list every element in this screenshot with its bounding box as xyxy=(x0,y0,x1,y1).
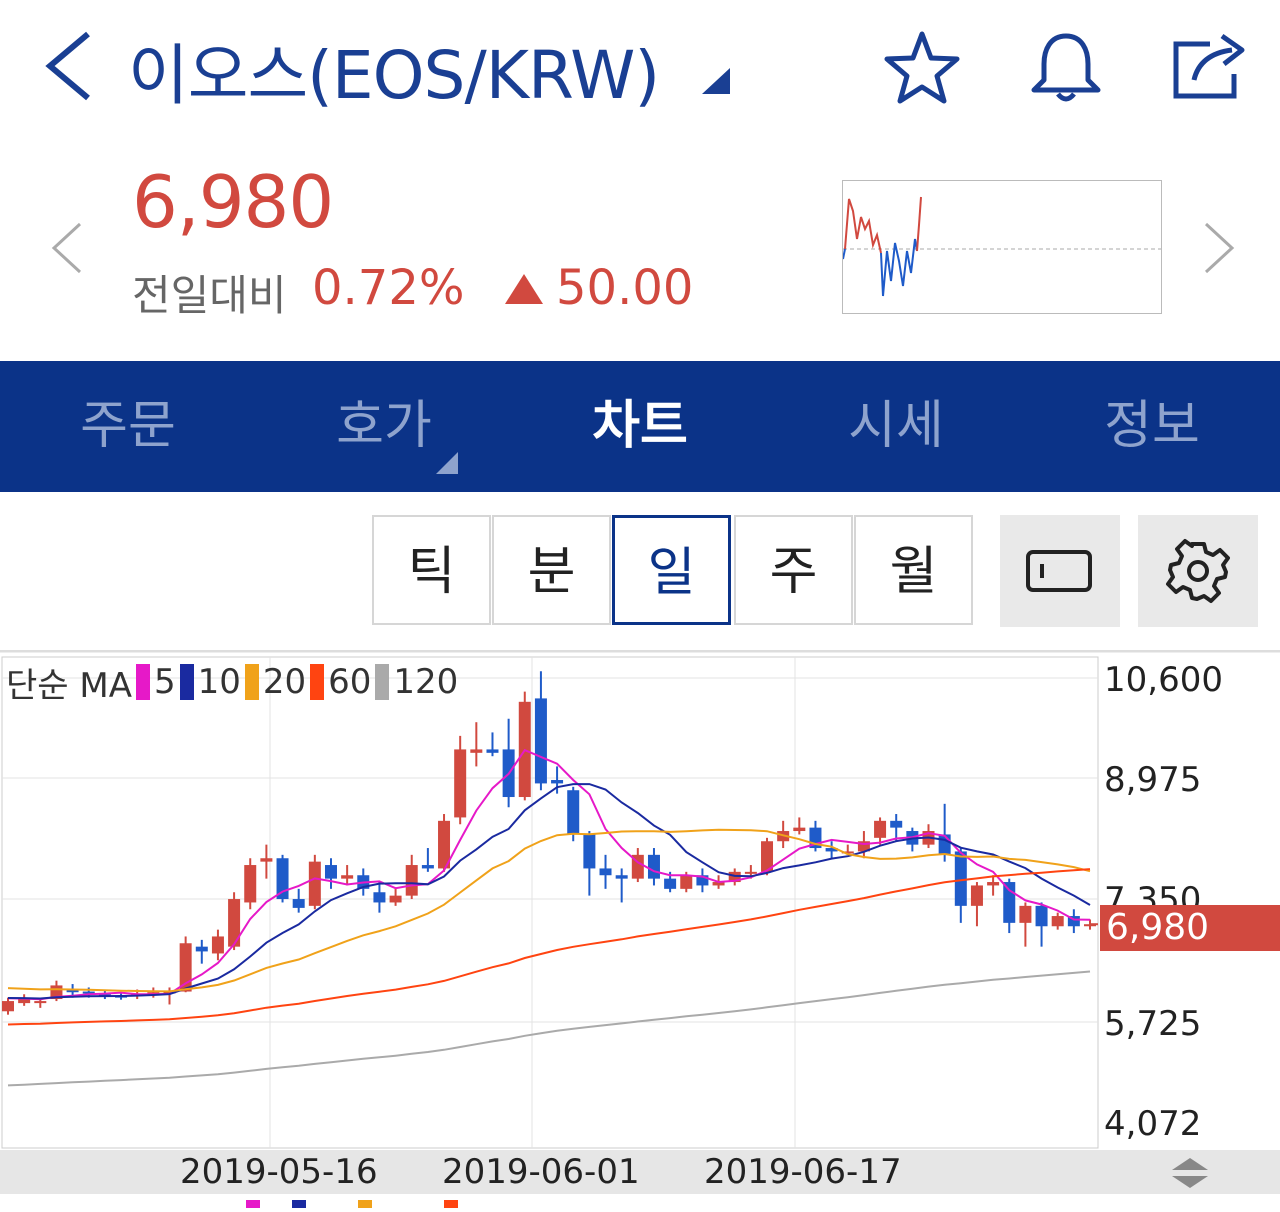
candle-body xyxy=(970,885,983,906)
next-arrow-icon[interactable] xyxy=(1202,220,1238,276)
legend-swatch-ma20 xyxy=(244,664,259,700)
tab-info[interactable]: 정보 xyxy=(1024,361,1280,492)
bottom-strip xyxy=(0,1194,1280,1208)
candle-body xyxy=(421,865,434,869)
x-tick-label: 2019-06-17 xyxy=(704,1152,902,1192)
legend-prefix: 단순 MA xyxy=(6,665,132,706)
period-month[interactable]: 월 xyxy=(854,515,973,625)
candle-body xyxy=(938,834,951,855)
candle-body xyxy=(454,749,467,818)
candle-body xyxy=(583,834,596,869)
price-chart[interactable] xyxy=(0,649,1280,1208)
compare-label: 전일대비 xyxy=(132,271,287,320)
candle-body xyxy=(470,749,483,753)
legend-swatch-ma120 xyxy=(375,664,390,700)
candle-body xyxy=(1051,916,1064,927)
candle-body xyxy=(890,820,903,828)
x-tick-label: 2019-05-16 xyxy=(180,1152,378,1192)
legend-label-ma120: 120 xyxy=(393,662,459,702)
bottom-swatch xyxy=(292,1200,306,1208)
candle-body xyxy=(34,1001,47,1004)
mini-chart[interactable] xyxy=(842,180,1162,314)
candle-body xyxy=(615,875,628,879)
candle-body xyxy=(211,936,224,954)
y-tick-label: 4,072 xyxy=(1104,1104,1202,1144)
y-tick-label: 5,725 xyxy=(1104,1004,1202,1044)
up-triangle-icon xyxy=(505,274,543,304)
candle-body xyxy=(744,871,757,874)
candle-body xyxy=(2,1001,14,1012)
change-amount: 50.00 xyxy=(556,260,694,316)
candle-body xyxy=(260,858,273,862)
tab-caret-icon xyxy=(436,452,458,474)
legend-label-ma20: 20 xyxy=(262,662,307,702)
candle-body xyxy=(793,827,806,832)
chart-settings-button[interactable] xyxy=(1138,515,1258,627)
legend-swatch-ma60 xyxy=(310,664,325,700)
back-icon[interactable] xyxy=(40,28,100,104)
bottom-swatch xyxy=(358,1200,372,1208)
tab-chart[interactable]: 차트 xyxy=(512,361,768,492)
candle-body xyxy=(874,820,887,838)
period-minute[interactable]: 분 xyxy=(492,515,611,625)
resize-handle-icon[interactable] xyxy=(1170,1156,1210,1190)
candle-body xyxy=(389,895,402,903)
candle-body xyxy=(308,861,321,906)
period-day[interactable]: 일 xyxy=(612,515,731,625)
candle-body xyxy=(341,875,354,879)
tab-order[interactable]: 주문 xyxy=(0,361,256,492)
bell-icon[interactable] xyxy=(1026,28,1106,108)
y-tick-label: 8,975 xyxy=(1104,760,1202,800)
candle-body xyxy=(324,865,337,879)
page-title[interactable]: 이오스(EOS/KRW) xyxy=(128,22,660,118)
main-tabs: 주문 호가 차트 시세 정보 xyxy=(0,361,1280,492)
candle-body xyxy=(1003,882,1016,923)
x-tick-label: 2019-06-01 xyxy=(442,1152,640,1192)
legend-swatch-ma5 xyxy=(135,664,150,700)
period-tick[interactable]: 틱 xyxy=(372,515,491,625)
share-icon[interactable] xyxy=(1170,28,1250,108)
legend-label-ma5: 5 xyxy=(153,662,176,702)
ma-legend: 단순 MA 5 10 20 60 120 xyxy=(6,662,459,706)
landscape-icon xyxy=(1026,550,1092,592)
candle-body xyxy=(534,698,547,784)
candle-body xyxy=(276,858,289,900)
candle-body xyxy=(244,865,257,903)
change-rate: 0.72% xyxy=(312,260,465,316)
tab-orderbook[interactable]: 호가 xyxy=(256,361,512,492)
last-price-label: 6,980 xyxy=(1100,905,1280,951)
y-tick-label: 10,600 xyxy=(1104,660,1223,700)
candle-body xyxy=(486,749,499,753)
candle-body xyxy=(647,854,660,879)
current-price: 6,980 xyxy=(132,160,334,244)
bottom-swatch xyxy=(444,1200,458,1208)
plot-frame xyxy=(1,656,1099,1149)
candle-body xyxy=(954,851,967,906)
candle-body xyxy=(292,899,305,908)
candle-body xyxy=(195,946,208,952)
prev-arrow-icon[interactable] xyxy=(48,220,84,276)
bottom-swatch xyxy=(246,1200,260,1208)
candle-body xyxy=(551,780,564,784)
candle-body xyxy=(1035,905,1048,927)
landscape-button[interactable] xyxy=(1000,515,1120,627)
legend-label-ma10: 10 xyxy=(197,662,241,702)
candle-body xyxy=(1019,905,1032,923)
tab-quotes[interactable]: 시세 xyxy=(768,361,1024,492)
candle-body xyxy=(664,878,677,889)
dropdown-caret-icon[interactable] xyxy=(700,66,732,96)
star-icon[interactable] xyxy=(882,28,962,108)
legend-label-ma60: 60 xyxy=(328,662,372,702)
candle-body xyxy=(599,868,612,876)
candle-body xyxy=(405,865,418,896)
period-week[interactable]: 주 xyxy=(734,515,853,625)
legend-swatch-ma10 xyxy=(179,664,194,700)
candle-body xyxy=(567,790,580,835)
candle-body xyxy=(987,882,1000,886)
candle-body xyxy=(373,892,386,903)
header: 이오스(EOS/KRW) xyxy=(0,0,1280,140)
candle-body xyxy=(680,875,693,889)
gear-icon xyxy=(1166,539,1230,603)
